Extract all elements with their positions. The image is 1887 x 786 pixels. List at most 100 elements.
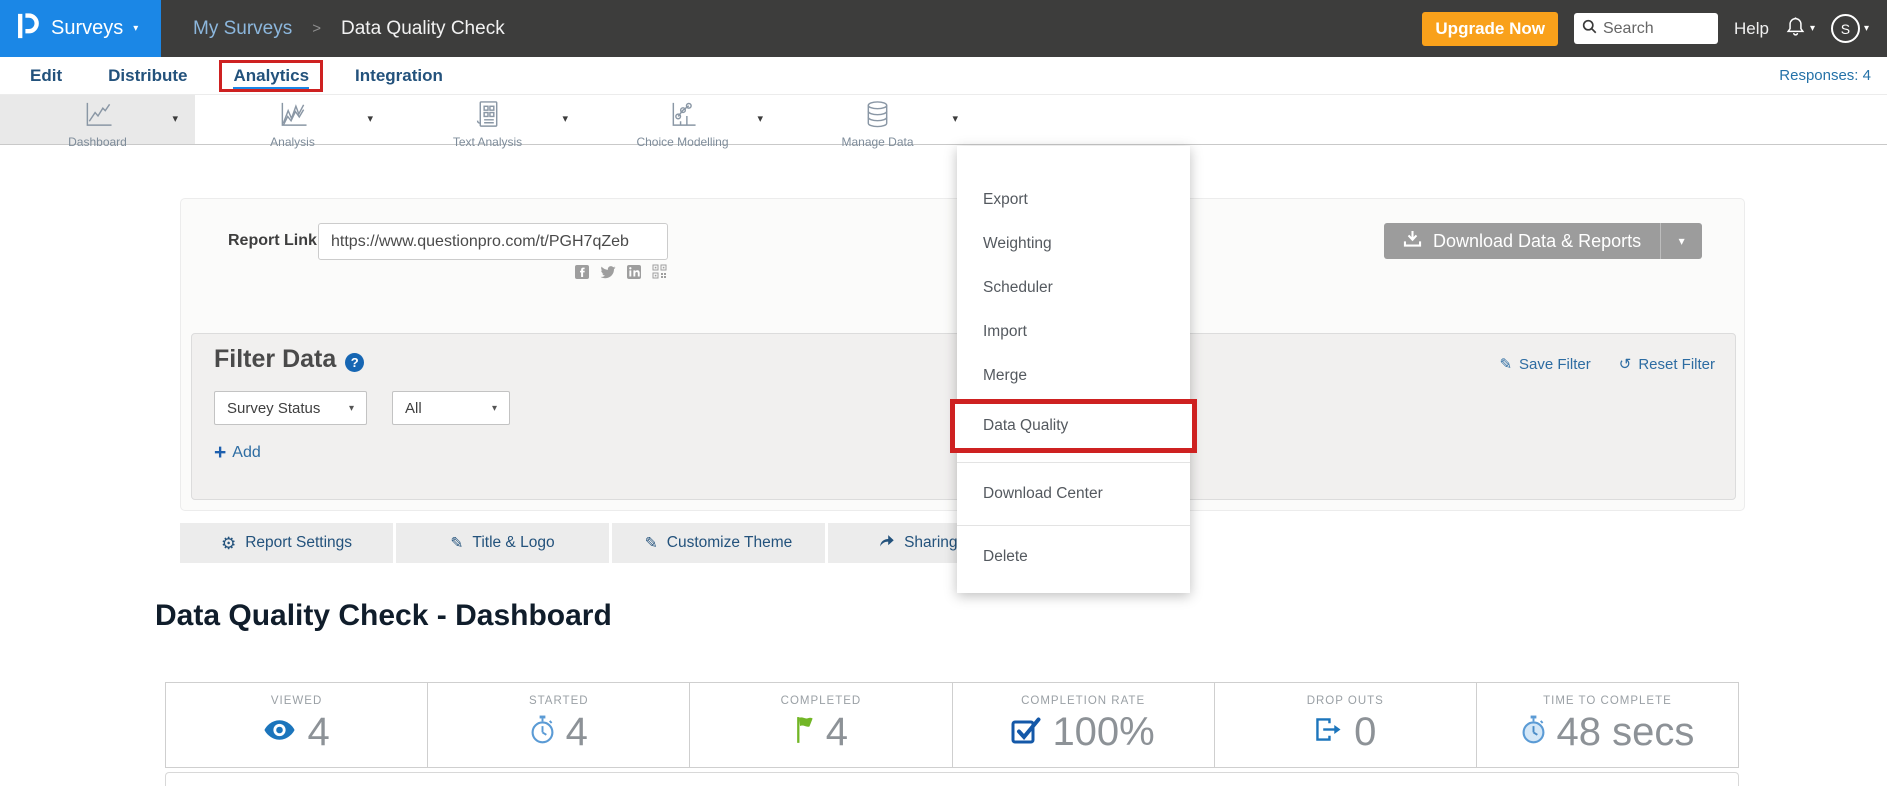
filter-value-select[interactable]: All ▾	[392, 391, 510, 425]
menu-item-import[interactable]: Import	[957, 310, 1190, 354]
save-filter-button[interactable]: ✎ Save Filter	[1499, 355, 1590, 373]
menu-divider	[957, 525, 1190, 526]
linkedin-icon[interactable]	[627, 265, 641, 284]
newspaper-icon	[475, 100, 501, 134]
filter-help-icon[interactable]: ?	[345, 353, 364, 372]
stat-number: 4	[307, 711, 329, 753]
surveys-product-menu[interactable]: Surveys ▾	[0, 0, 161, 57]
toolbar-item-dashboard[interactable]: Dashboard ▾	[0, 95, 195, 144]
exit-icon	[1314, 717, 1343, 747]
stat-label: VIEWED	[271, 695, 322, 707]
chevron-down-icon[interactable]: ▾	[562, 112, 568, 125]
database-icon	[863, 100, 892, 134]
line-chart-icon	[81, 100, 115, 134]
survey-stats-row: VIEWED 4 STARTED 4	[165, 682, 1739, 768]
analytics-toolbar: Dashboard ▾ Analysis ▾ Text Analys	[0, 94, 1887, 145]
title-logo-label: Title & Logo	[472, 534, 554, 552]
filter-field-select[interactable]: Survey Status ▾	[214, 391, 367, 425]
account-menu[interactable]: S ▾	[1831, 14, 1869, 43]
chevron-down-icon[interactable]: ▾	[952, 112, 958, 125]
chevron-down-icon: ▾	[133, 23, 138, 34]
toolbar-item-label: Dashboard	[68, 135, 127, 149]
edit-icon: ✎	[645, 534, 658, 553]
top-header: Surveys ▾ My Surveys > Data Quality Chec…	[0, 0, 1887, 57]
tab-integration[interactable]: Integration	[355, 66, 443, 86]
toolbar-item-label: Analysis	[270, 135, 315, 149]
download-data-reports-split-button: Download Data & Reports ▾	[1384, 223, 1702, 259]
customize-theme-label: Customize Theme	[667, 534, 792, 552]
stat-drop-outs: DROP OUTS 0	[1214, 683, 1476, 767]
filter-link-row: ✎ Save Filter ↺ Reset Filter	[1499, 355, 1715, 373]
menu-item-scheduler[interactable]: Scheduler	[957, 266, 1190, 310]
stat-number: 0	[1354, 711, 1376, 753]
report-link-label: Report Link	[228, 232, 317, 250]
plus-icon: +	[214, 443, 226, 463]
upgrade-now-button[interactable]: Upgrade Now	[1422, 12, 1558, 46]
download-icon	[1403, 230, 1422, 252]
chevron-down-icon[interactable]: ▾	[367, 112, 373, 125]
add-filter-label: Add	[232, 444, 260, 462]
chevron-down-icon[interactable]: ▾	[172, 112, 178, 125]
toolbar-item-manage-data[interactable]: Manage Data ▾	[780, 95, 975, 144]
menu-item-export[interactable]: Export	[957, 178, 1190, 222]
reset-filter-button[interactable]: ↺ Reset Filter	[1619, 355, 1715, 373]
menu-item-merge[interactable]: Merge	[957, 354, 1190, 398]
checkbox-icon	[1011, 716, 1041, 749]
notifications-menu[interactable]: ▾	[1785, 15, 1815, 43]
toolbar-item-label: Choice Modelling	[636, 135, 728, 149]
chevron-down-icon: ▾	[1864, 23, 1869, 34]
header-right-cluster: Upgrade Now Help ▾ S ▾	[1422, 12, 1869, 46]
stat-completion-rate: COMPLETION RATE 100%	[952, 683, 1214, 767]
menu-item-weighting[interactable]: Weighting	[957, 222, 1190, 266]
tab-analytics[interactable]: Analytics	[233, 66, 309, 89]
help-link[interactable]: Help	[1734, 19, 1769, 39]
menu-item-download-center[interactable]: Download Center	[957, 472, 1190, 516]
data-quality-highlight-frame: Data Quality	[950, 399, 1197, 453]
breadcrumb: My Surveys > Data Quality Check	[193, 18, 505, 40]
title-logo-button[interactable]: ✎ Title & Logo	[396, 523, 609, 563]
menu-item-data-quality[interactable]: Data Quality	[955, 404, 1192, 448]
breadcrumb-current: Data Quality Check	[341, 18, 505, 40]
report-settings-button[interactable]: ⚙ Report Settings	[180, 523, 393, 563]
stat-number: 4	[826, 711, 848, 753]
page-title: Data Quality Check - Dashboard	[155, 599, 612, 633]
gears-icon: ⚙	[221, 535, 236, 552]
filter-data-title: Filter Data ?	[214, 345, 364, 374]
stat-label: COMPLETION RATE	[1021, 695, 1145, 707]
add-filter-button[interactable]: + Add	[214, 443, 261, 463]
search-input[interactable]	[1603, 20, 1710, 38]
search-box[interactable]	[1574, 13, 1718, 44]
search-icon	[1582, 19, 1597, 39]
report-link-input[interactable]	[318, 223, 668, 260]
stat-started: STARTED 4	[427, 683, 689, 767]
facebook-icon[interactable]	[575, 265, 589, 284]
chevron-down-icon: ▾	[1810, 23, 1815, 34]
filter-field-select-value: Survey Status	[227, 400, 320, 417]
menu-item-delete[interactable]: Delete	[957, 535, 1190, 579]
qr-code-icon[interactable]	[652, 264, 667, 284]
stat-time-to-complete: TIME TO COMPLETE 48 secs	[1476, 683, 1738, 767]
stat-number: 4	[566, 711, 588, 753]
social-share-row	[575, 264, 667, 284]
download-data-reports-button[interactable]: Download Data & Reports	[1384, 223, 1661, 259]
toolbar-item-text-analysis[interactable]: Text Analysis ▾	[390, 95, 585, 144]
save-filter-label: Save Filter	[1519, 356, 1591, 373]
toolbar-item-choice-modelling[interactable]: Choice Modelling ▾	[585, 95, 780, 144]
stopwatch-filled-icon	[1521, 715, 1546, 749]
tab-distribute[interactable]: Distribute	[108, 66, 187, 86]
chevron-down-icon: ▾	[492, 403, 497, 414]
stat-value-row: 0	[1314, 711, 1376, 753]
reset-filter-label: Reset Filter	[1638, 356, 1715, 373]
customize-theme-button[interactable]: ✎ Customize Theme	[612, 523, 825, 563]
toolbar-item-analysis[interactable]: Analysis ▾	[195, 95, 390, 144]
stat-value-row: 100%	[1011, 711, 1154, 753]
twitter-icon[interactable]	[600, 265, 616, 284]
survey-tab-bar: Edit Distribute Analytics Integration Re…	[0, 57, 1887, 94]
chevron-down-icon[interactable]: ▾	[757, 112, 763, 125]
stat-value-row: 4	[263, 711, 329, 753]
tab-edit[interactable]: Edit	[30, 66, 62, 86]
edit-icon: ✎	[450, 534, 463, 553]
download-options-toggle[interactable]: ▾	[1661, 223, 1702, 259]
breadcrumb-my-surveys[interactable]: My Surveys	[193, 18, 292, 40]
chevron-down-icon: ▾	[1679, 234, 1685, 248]
